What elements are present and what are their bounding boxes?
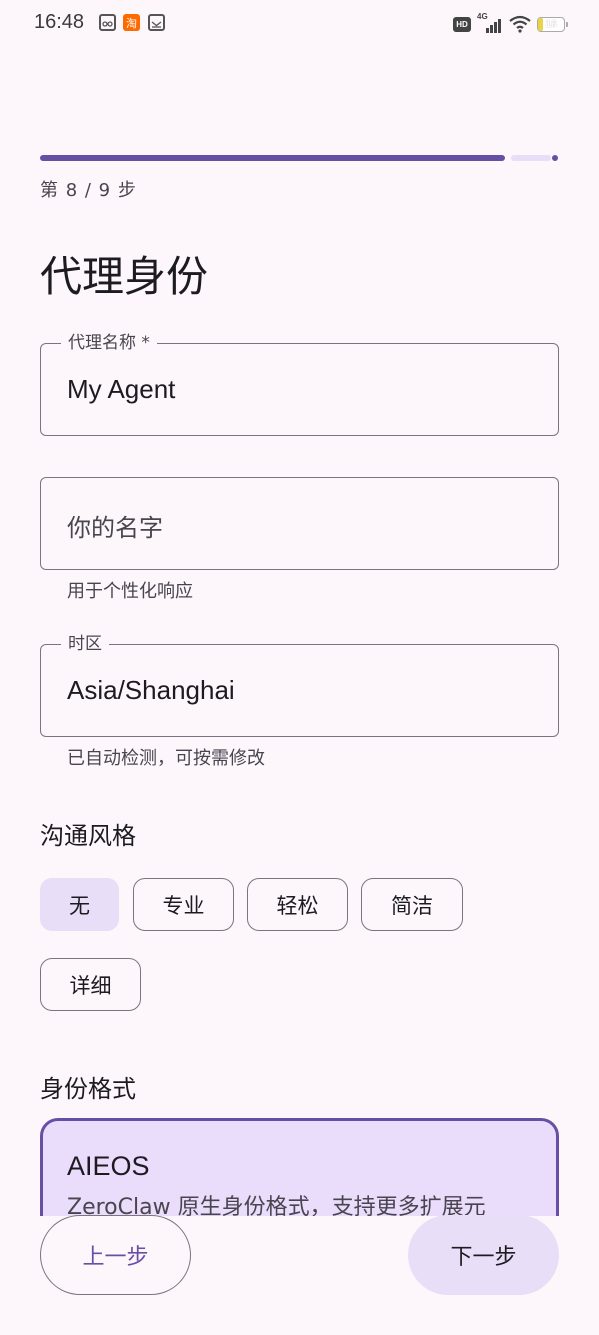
agent-name-field[interactable]: 代理名称 * My Agent xyxy=(40,331,559,436)
progress-bar-remaining xyxy=(511,155,551,161)
timezone-input[interactable]: Asia/Shanghai xyxy=(67,675,527,706)
format-card-title: AIEOS xyxy=(67,1151,150,1181)
next-button[interactable]: 下一步 xyxy=(408,1215,559,1295)
style-chip-concise[interactable]: 简洁 xyxy=(361,878,463,931)
battery-tip xyxy=(566,21,568,27)
status-bar: 16:48 淘 HD 4G 16 xyxy=(0,0,599,48)
battery-level: 16 xyxy=(545,18,557,30)
status-time: 16:48 xyxy=(34,11,85,33)
style-chip-professional[interactable]: 专业 xyxy=(133,878,234,931)
agent-name-label: 代理名称 * xyxy=(61,331,157,355)
hd-badge: HD xyxy=(453,16,471,32)
agent-name-input[interactable]: My Agent xyxy=(67,374,527,405)
user-name-input[interactable]: 你的名字 xyxy=(67,508,163,543)
step-indicator: 第 8 / 9 步 xyxy=(40,180,137,201)
user-name-helper: 用于个性化响应 xyxy=(67,581,193,602)
identity-format-list: AIEOS ZeroClaw 原生身份格式，支持更多扩展元 xyxy=(40,1118,559,1216)
progress-end-dot xyxy=(552,155,558,161)
notification-mail-icon xyxy=(148,14,165,31)
communication-style-title: 沟通风格 xyxy=(40,822,136,850)
timezone-field[interactable]: 时区 Asia/Shanghai xyxy=(40,632,559,737)
timezone-label: 时区 xyxy=(61,632,109,656)
status-icons: HD 4G 16 xyxy=(453,12,568,36)
progress-bar-filled xyxy=(40,155,505,161)
format-card-aieos[interactable]: AIEOS ZeroClaw 原生身份格式，支持更多扩展元 xyxy=(40,1118,559,1216)
svg-text:淘: 淘 xyxy=(126,17,137,30)
previous-button[interactable]: 上一步 xyxy=(40,1215,191,1295)
wifi-icon xyxy=(509,15,531,33)
page-title: 代理身份 xyxy=(40,252,209,301)
format-card-description: ZeroClaw 原生身份格式，支持更多扩展元 xyxy=(67,1195,486,1216)
signal-icon: 4G xyxy=(477,12,503,34)
identity-format-title: 身份格式 xyxy=(40,1075,136,1103)
user-name-field[interactable]: 你的名字 xyxy=(40,477,559,570)
battery-fill xyxy=(538,17,544,31)
battery-icon: 16 xyxy=(537,16,568,32)
style-chip-detailed[interactable]: 详细 xyxy=(40,958,141,1011)
timezone-helper: 已自动检测，可按需修改 xyxy=(67,748,265,769)
notification-app-icon xyxy=(99,14,116,31)
style-chip-none[interactable]: 无 xyxy=(40,878,119,931)
notification-taobao-icon: 淘 xyxy=(123,14,140,31)
style-chip-casual[interactable]: 轻松 xyxy=(247,878,348,931)
